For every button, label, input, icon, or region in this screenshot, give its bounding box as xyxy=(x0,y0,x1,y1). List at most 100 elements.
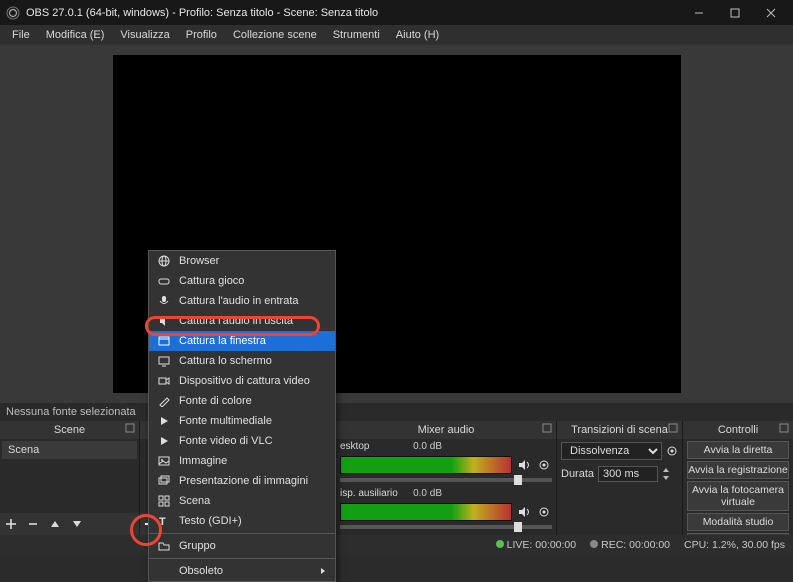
ctx-gruppo[interactable]: Gruppo xyxy=(149,536,335,556)
add-source-context-menu: Browser Cattura gioco Cattura l'audio in… xyxy=(148,250,336,582)
statusbar: LIVE: 00:00:00 REC: 00:00:00 CPU: 1.2%, … xyxy=(0,535,793,555)
undock-icon[interactable] xyxy=(542,423,552,433)
image-icon xyxy=(157,454,171,468)
settings-button[interactable]: Impostazioni xyxy=(687,533,789,535)
undock-icon[interactable] xyxy=(125,423,135,433)
status-rec: REC: 00:00:00 xyxy=(590,539,670,551)
submenu-arrow-icon xyxy=(319,567,327,575)
menu-visualizza[interactable]: Visualizza xyxy=(112,27,177,43)
mixer-label: isp. ausiliario xyxy=(340,488,400,499)
folder-icon xyxy=(157,539,171,553)
svg-text:T: T xyxy=(159,516,166,527)
mixer-meter xyxy=(340,503,512,521)
ctx-fonte-multimediale[interactable]: Fonte multimediale xyxy=(149,411,335,431)
panel-header-mixer: Mixer audio xyxy=(336,421,556,439)
scene-add-button[interactable] xyxy=(4,517,18,531)
menu-separator xyxy=(149,558,335,559)
dock-panels: Scene Scena Fonti Mixer audio xyxy=(0,421,793,535)
mixer-channel-aux: isp. ausiliario 0.0 dB xyxy=(336,486,556,501)
panel-header-transitions: Transizioni di scena xyxy=(557,421,682,439)
obs-app-icon xyxy=(6,6,20,20)
scene-up-button[interactable] xyxy=(48,517,62,531)
monitor-icon xyxy=(157,354,171,368)
ctx-obsoleto[interactable]: Obsoleto xyxy=(149,561,335,581)
panel-mixer: Mixer audio esktop 0.0 dB isp. ausiliari… xyxy=(336,421,557,535)
studio-mode-button[interactable]: Modalità studio xyxy=(687,513,789,531)
mixer-meter xyxy=(340,456,512,474)
status-cpu: CPU: 1.2%, 30.00 fps xyxy=(684,539,785,551)
panel-title-scenes: Scene xyxy=(54,424,85,436)
ctx-fonte-vlc[interactable]: Fonte video di VLC xyxy=(149,431,335,451)
minimize-button[interactable] xyxy=(681,2,717,24)
mixer-db-value: 0.0 dB xyxy=(404,441,442,452)
ctx-audio-out[interactable]: Cattura l'audio in uscita xyxy=(149,311,335,331)
panel-title-mixer: Mixer audio xyxy=(418,424,475,436)
selection-info-text: Nessuna fonte selezionata xyxy=(6,406,136,418)
window-title: OBS 27.0.1 (64-bit, windows) - Profilo: … xyxy=(26,7,681,19)
play-icon xyxy=(157,414,171,428)
undock-icon[interactable] xyxy=(668,423,678,433)
ctx-fonte-colore[interactable]: Fonte di colore xyxy=(149,391,335,411)
transitions-body: Dissolvenza Durata xyxy=(557,439,682,535)
rec-dot-icon xyxy=(590,540,598,548)
panel-controls: Controlli Avvia la diretta Avvia la regi… xyxy=(683,421,793,535)
menu-aiuto[interactable]: Aiuto (H) xyxy=(388,27,447,43)
ctx-browser[interactable]: Browser xyxy=(149,251,335,271)
slideshow-icon xyxy=(157,474,171,488)
menu-file[interactable]: File xyxy=(4,27,38,43)
menu-strumenti[interactable]: Strumenti xyxy=(325,27,388,43)
scenes-list[interactable]: Scena xyxy=(0,439,139,513)
stepper-icon[interactable] xyxy=(662,467,670,481)
transition-duration-label: Durata xyxy=(561,468,594,480)
maximize-button[interactable] xyxy=(717,2,753,24)
selection-info-bar: Nessuna fonte selezionata xyxy=(0,403,793,421)
close-button[interactable] xyxy=(753,2,789,24)
scene-down-button[interactable] xyxy=(70,517,84,531)
menubar: File Modifica (E) Visualizza Profilo Col… xyxy=(0,25,793,45)
preview-area xyxy=(0,45,793,403)
controls-body: Avvia la diretta Avvia la registrazione … xyxy=(683,439,793,535)
mixer-slider[interactable] xyxy=(340,478,552,482)
mixer-body: esktop 0.0 dB isp. ausiliario 0.0 dB xyxy=(336,439,556,535)
panel-transitions: Transizioni di scena Dissolvenza Durata xyxy=(557,421,683,535)
ctx-presentazione[interactable]: Presentazione di immagini xyxy=(149,471,335,491)
channel-settings-button[interactable] xyxy=(536,457,552,473)
ctx-cattura-finestra[interactable]: Cattura la finestra xyxy=(149,331,335,351)
panel-title-transitions: Transizioni di scena xyxy=(571,424,668,436)
ctx-immagine[interactable]: Immagine xyxy=(149,451,335,471)
ctx-audio-in[interactable]: Cattura l'audio in entrata xyxy=(149,291,335,311)
speaker-icon xyxy=(157,314,171,328)
start-stream-button[interactable]: Avvia la diretta xyxy=(687,441,789,459)
channel-settings-button[interactable] xyxy=(536,504,552,520)
ctx-dispositivo-video[interactable]: Dispositivo di cattura video xyxy=(149,371,335,391)
titlebar: OBS 27.0.1 (64-bit, windows) - Profilo: … xyxy=(0,0,793,25)
scene-list-item[interactable]: Scena xyxy=(2,441,137,459)
start-record-button[interactable]: Avvia la registrazione xyxy=(687,461,789,479)
transition-select[interactable]: Dissolvenza xyxy=(561,442,662,460)
start-virtualcam-button[interactable]: Avvia la fotocamera virtuale xyxy=(687,481,789,511)
brush-icon xyxy=(157,394,171,408)
undock-icon[interactable] xyxy=(779,423,789,433)
text-icon: T xyxy=(157,514,171,528)
transition-settings-button[interactable] xyxy=(666,445,678,457)
menu-profilo[interactable]: Profilo xyxy=(178,27,225,43)
mixer-db-value: 0.0 dB xyxy=(404,488,442,499)
transition-duration-input[interactable] xyxy=(598,466,658,482)
ctx-cattura-gioco[interactable]: Cattura gioco xyxy=(149,271,335,291)
play-icon xyxy=(157,434,171,448)
panel-title-controls: Controlli xyxy=(718,424,758,436)
window-icon xyxy=(157,334,171,348)
menu-collezione-scene[interactable]: Collezione scene xyxy=(225,27,325,43)
mixer-channel-desktop: esktop 0.0 dB xyxy=(336,439,556,454)
mixer-slider[interactable] xyxy=(340,525,552,529)
gamepad-icon xyxy=(157,274,171,288)
mute-button[interactable] xyxy=(516,457,532,473)
camera-icon xyxy=(157,374,171,388)
scene-icon xyxy=(157,494,171,508)
ctx-testo[interactable]: TTesto (GDI+) xyxy=(149,511,335,531)
menu-modifica[interactable]: Modifica (E) xyxy=(38,27,113,43)
scene-remove-button[interactable] xyxy=(26,517,40,531)
ctx-scena[interactable]: Scena xyxy=(149,491,335,511)
mute-button[interactable] xyxy=(516,504,532,520)
ctx-cattura-schermo[interactable]: Cattura lo schermo xyxy=(149,351,335,371)
